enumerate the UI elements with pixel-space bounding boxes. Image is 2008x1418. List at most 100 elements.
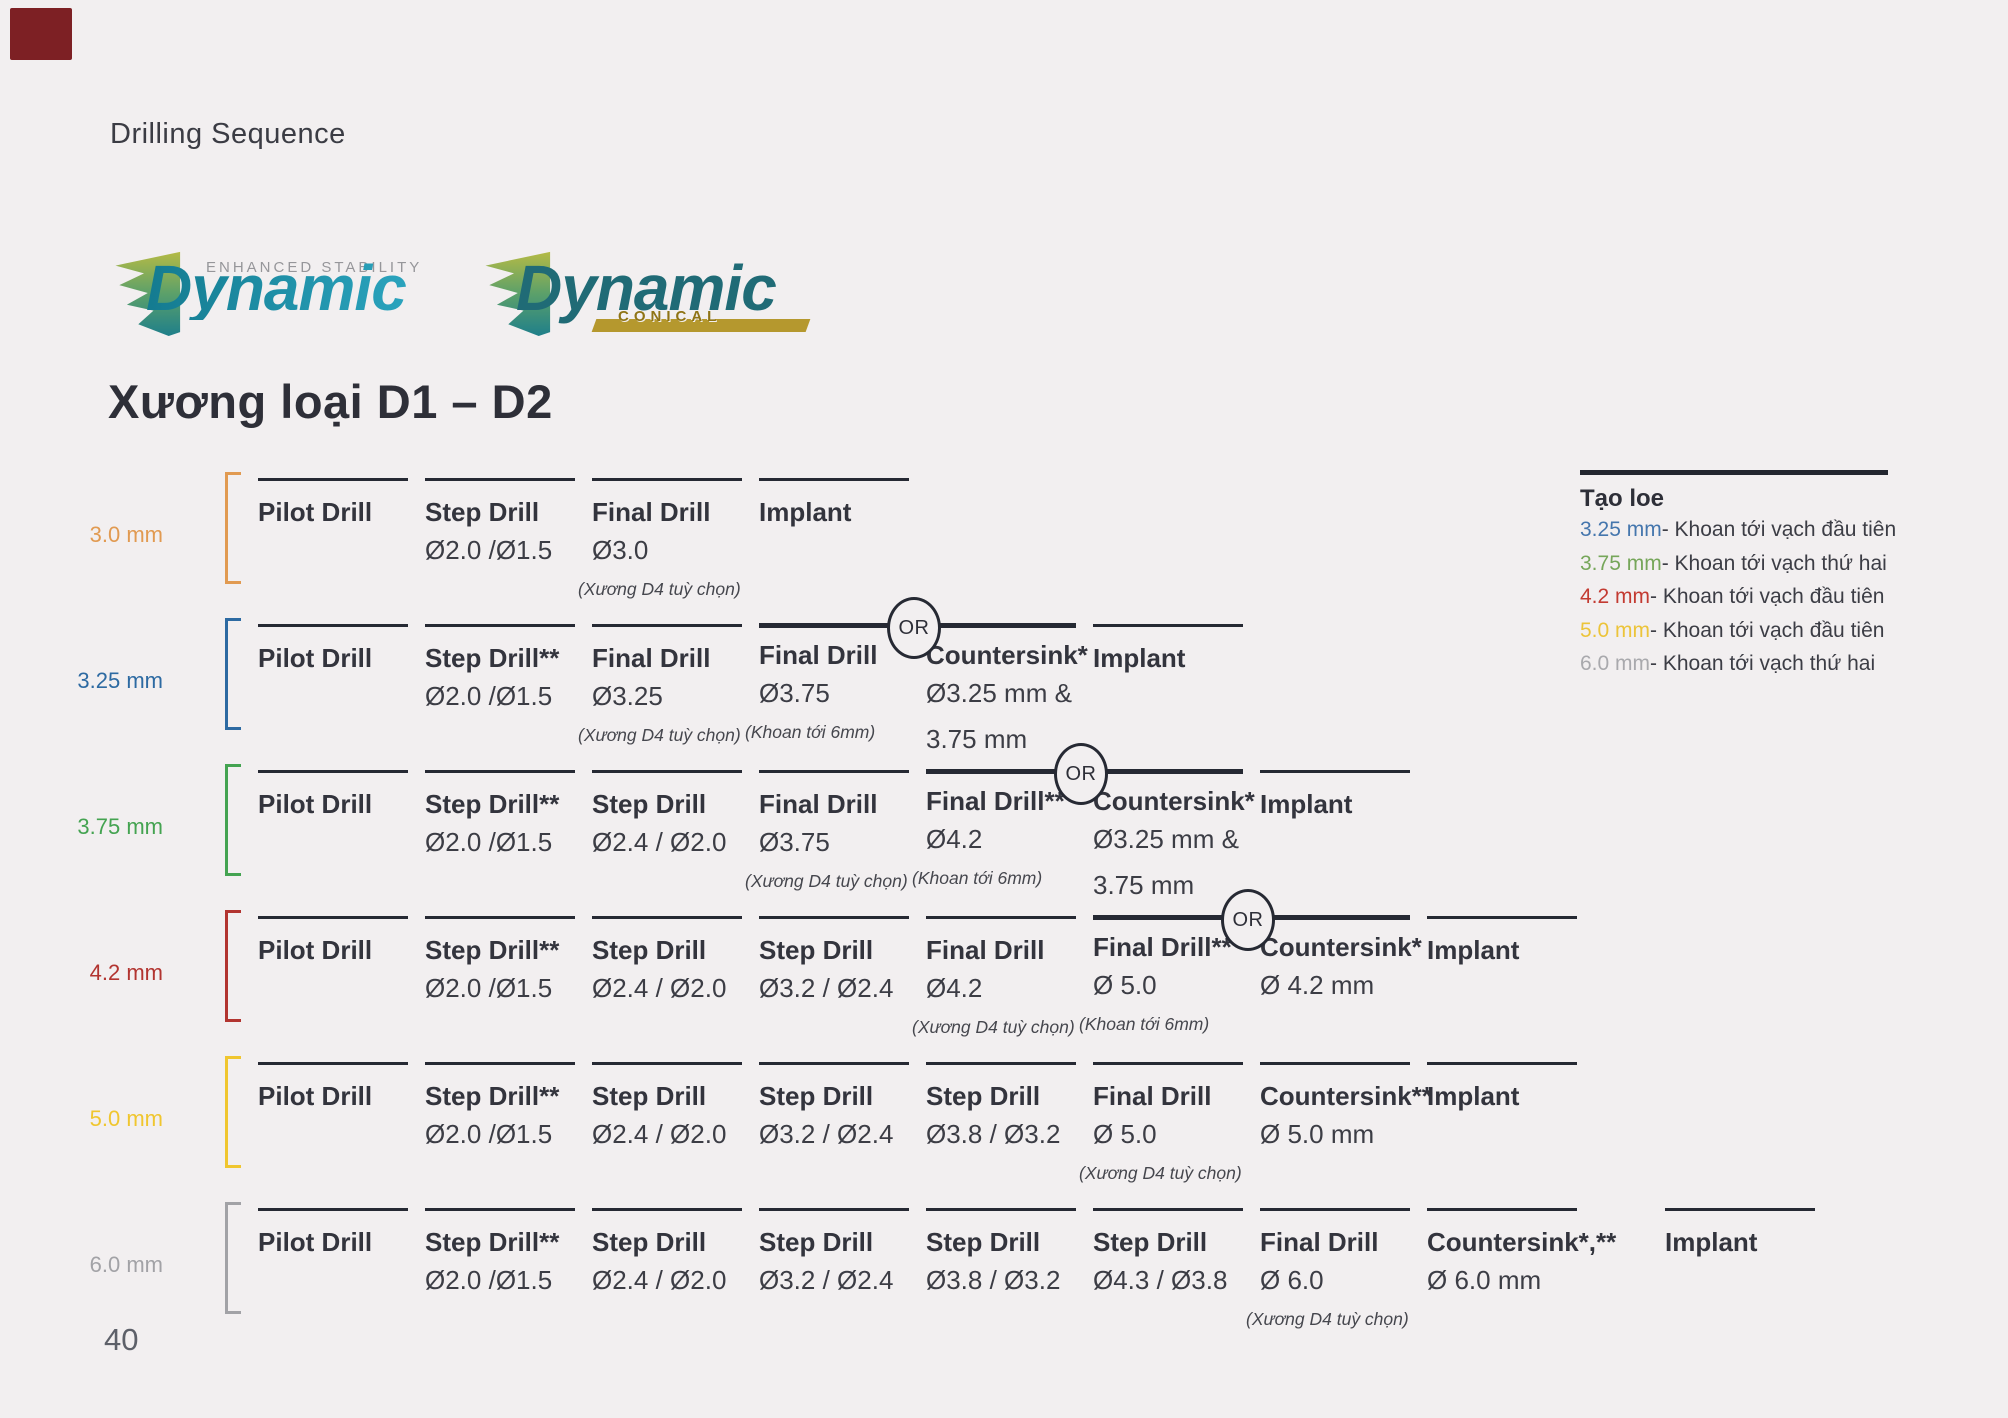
cell-overline bbox=[258, 1208, 408, 1211]
drill-step-cell: Pilot Drill bbox=[258, 770, 425, 820]
drill-sequence-table: 3.0 mmPilot DrillStep DrillØ2.0 /Ø1.5Fin… bbox=[0, 478, 2008, 1354]
drill-step-cell: Step Drill** Ø2.0 /Ø1.5 bbox=[425, 1208, 592, 1296]
drill-step-note: (Khoan tới 6mm) bbox=[912, 868, 1093, 889]
or-group: ORFinal Drill**Ø 5.0(Khoan tới 6mm)Count… bbox=[1093, 916, 1427, 1035]
drill-step-value: Ø 6.0 mm bbox=[1427, 1265, 1665, 1296]
drill-step-note: (Xương D4 tuỳ chọn) bbox=[745, 871, 926, 892]
drill-step-title: Step Drill** bbox=[425, 1227, 592, 1258]
drill-step-title: Implant bbox=[1665, 1227, 1832, 1258]
drill-row: 3.25 mm Pilot DrillStep Drill** Ø2.0 /Ø1.5… bbox=[0, 624, 2008, 770]
cell-overline bbox=[1427, 916, 1577, 919]
drill-step-value: Ø2.0 /Ø1.5 bbox=[425, 681, 592, 712]
drill-step-value: Ø3.25 mm & bbox=[1093, 824, 1260, 855]
red-corner-mark bbox=[10, 8, 72, 60]
row-cells: Pilot DrillStep Drill**Ø2.0 /Ø1.5Step Dr… bbox=[258, 916, 1594, 1038]
drill-step-title: Step Drill bbox=[592, 1081, 759, 1112]
cell-overline bbox=[425, 770, 575, 773]
row-label: 3.25 mm bbox=[40, 668, 163, 694]
cell-overline bbox=[258, 478, 408, 481]
drill-step-value: Ø3.2 / Ø2.4 bbox=[759, 1265, 926, 1296]
drill-step-cell: Countersink*Ø3.25 mm &3.75 mm bbox=[1093, 770, 1260, 901]
drill-step-title: Step Drill bbox=[759, 1227, 926, 1258]
cell-overline bbox=[258, 1062, 408, 1065]
or-badge: OR bbox=[1221, 889, 1275, 951]
drill-step-cell: Implant bbox=[759, 478, 926, 528]
drill-step-cell: Implant bbox=[1427, 916, 1594, 966]
row-cells: Pilot DrillStep DrillØ2.0 /Ø1.5Final Dri… bbox=[258, 478, 926, 600]
drill-step-cell: Final DrillØ3.0(Xương D4 tuỳ chọn) bbox=[592, 478, 759, 600]
drill-step-title: Step Drill** bbox=[425, 643, 592, 674]
page-title: Drilling Sequence bbox=[110, 118, 346, 151]
drill-step-value: Ø2.0 /Ø1.5 bbox=[425, 1265, 592, 1296]
drill-step-value: Ø2.4 / Ø2.0 bbox=[592, 973, 759, 1004]
drill-step-title: Final Drill bbox=[592, 643, 759, 674]
drill-step-cell: Step DrillØ3.8 / Ø3.2 bbox=[926, 1062, 1093, 1150]
drill-step-cell: Countersink*,**Ø 6.0 mm bbox=[1427, 1208, 1665, 1296]
drill-step-title: Step Drill bbox=[592, 1227, 759, 1258]
drill-step-value: Ø2.4 / Ø2.0 bbox=[592, 1265, 759, 1296]
drill-step-value: Ø2.0 /Ø1.5 bbox=[425, 973, 592, 1004]
drill-step-title: Pilot Drill bbox=[258, 1227, 425, 1258]
page-number: 40 bbox=[104, 1322, 138, 1358]
cell-overline bbox=[1093, 1062, 1243, 1065]
drill-step-title: Final Drill bbox=[1093, 1081, 1260, 1112]
drill-step-value: Ø2.4 / Ø2.0 bbox=[592, 1119, 759, 1150]
drill-step-cell: Step DrillØ4.3 / Ø3.8 bbox=[1093, 1208, 1260, 1296]
cell-overline bbox=[425, 1208, 575, 1211]
logo-wordmark: Dynamic bbox=[146, 256, 406, 320]
drill-step-cell: Step DrillØ3.8 / Ø3.2 bbox=[926, 1208, 1093, 1296]
row-bracket bbox=[225, 1056, 244, 1168]
drill-step-cell: Pilot Drill bbox=[258, 1062, 425, 1112]
drill-step-cell: Pilot Drill bbox=[258, 478, 425, 528]
cell-overline bbox=[425, 624, 575, 627]
drill-step-value: Ø3.8 / Ø3.2 bbox=[926, 1265, 1093, 1296]
row-cells: Pilot DrillStep Drill**Ø2.0 /Ø1.5Step Dr… bbox=[258, 770, 1427, 901]
drill-step-cell: Step DrillØ2.0 /Ø1.5 bbox=[425, 478, 592, 566]
cell-overline bbox=[1260, 770, 1410, 773]
drill-step-cell: Pilot Drill bbox=[258, 624, 425, 674]
dynamic-conical-logo: Dynamic CONICAL bbox=[476, 244, 821, 344]
drill-step-title: Pilot Drill bbox=[258, 789, 425, 820]
drill-step-cell: Countersink**Ø 5.0 mm bbox=[1260, 1062, 1427, 1150]
drill-step-title: Pilot Drill bbox=[258, 935, 425, 966]
or-badge: OR bbox=[1054, 743, 1108, 805]
drill-step-title: Step Drill** bbox=[425, 935, 592, 966]
drill-step-title: Step Drill bbox=[425, 497, 592, 528]
drill-step-cell: Step DrillØ2.4 / Ø2.0 bbox=[592, 916, 759, 1004]
drill-step-cell: Countersink* Ø 4.2 mm bbox=[1260, 916, 1427, 1001]
drill-step-title: Step Drill bbox=[759, 1081, 926, 1112]
drill-row: 5.0 mmPilot DrillStep Drill**Ø2.0 /Ø1.5S… bbox=[0, 1062, 2008, 1208]
drill-step-value: Ø3.25 bbox=[592, 681, 759, 712]
drill-step-note: (Xương D4 tuỳ chọn) bbox=[578, 725, 759, 746]
drill-row: 3.75 mmPilot DrillStep Drill**Ø2.0 /Ø1.5… bbox=[0, 770, 2008, 916]
cell-overline bbox=[592, 1062, 742, 1065]
drill-step-cell: Step Drill** Ø2.0 /Ø1.5 bbox=[425, 624, 592, 712]
drill-step-title: Countersink* bbox=[1260, 932, 1427, 963]
drill-step-cell: Step Drill**Ø2.0 /Ø1.5 bbox=[425, 770, 592, 858]
drill-step-value: Ø4.2 bbox=[926, 973, 1093, 1004]
drill-step-title: Step Drill bbox=[926, 1081, 1093, 1112]
drill-step-value: Ø2.0 /Ø1.5 bbox=[425, 1119, 592, 1150]
drill-step-title: Countersink* bbox=[1093, 786, 1260, 817]
cell-overline bbox=[1427, 1208, 1577, 1211]
row-cells: Pilot DrillStep Drill**Ø2.0 /Ø1.5Step Dr… bbox=[258, 1208, 1832, 1330]
drill-step-cell: Implant bbox=[1093, 624, 1260, 674]
drill-step-value: Ø 5.0 bbox=[1093, 1119, 1260, 1150]
row-bracket bbox=[225, 764, 244, 876]
drill-step-value: Ø 4.2 mm bbox=[1260, 970, 1427, 1001]
drill-step-cell: Step Drill Ø2.4 / Ø2.0 bbox=[592, 1208, 759, 1296]
cell-overline bbox=[592, 624, 742, 627]
or-badge: OR bbox=[887, 597, 941, 659]
cell-overline bbox=[926, 1208, 1076, 1211]
drill-step-title: Step Drill bbox=[592, 789, 759, 820]
legend-divider bbox=[1580, 470, 1888, 475]
row-bracket bbox=[225, 472, 244, 584]
drill-step-title: Countersink** bbox=[1260, 1081, 1427, 1112]
row-label: 3.0 mm bbox=[40, 522, 163, 548]
row-label: 6.0 mm bbox=[40, 1252, 163, 1278]
dynamic-logo: ENHANCED STABILITY Dynamic bbox=[106, 244, 451, 344]
drill-step-cell: Pilot Drill bbox=[258, 916, 425, 966]
drill-step-cell: Implant bbox=[1665, 1208, 1832, 1258]
drill-step-cell: Step DrillØ3.2 / Ø2.4 bbox=[759, 916, 926, 1004]
drill-step-cell: Implant bbox=[1427, 1062, 1594, 1112]
